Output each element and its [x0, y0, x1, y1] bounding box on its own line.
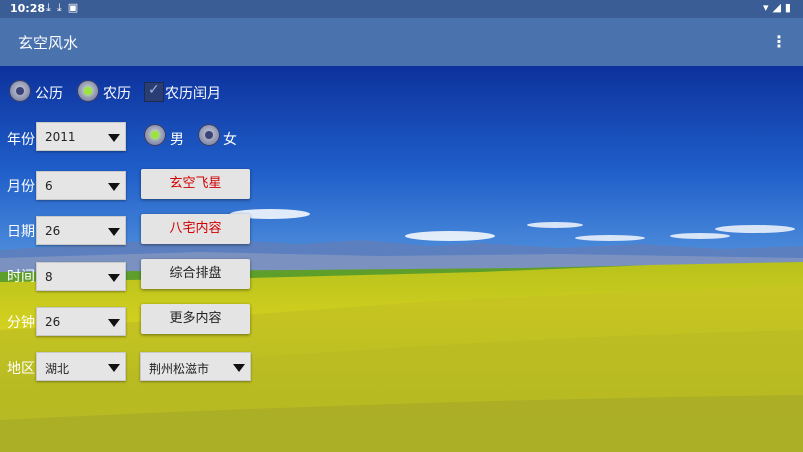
- button-more-content[interactable]: 更多内容: [141, 304, 250, 334]
- radio-dot: [205, 131, 213, 139]
- select-province[interactable]: 湖北: [36, 352, 126, 381]
- dropdown-arrow-icon: [108, 134, 120, 142]
- checkbox-leap-month[interactable]: ✓: [144, 82, 164, 102]
- radio-female[interactable]: [198, 124, 220, 146]
- dropdown-arrow-icon: [108, 364, 120, 372]
- signal-battery-icons: ▾◢▮: [762, 1, 795, 14]
- select-hour[interactable]: 8: [36, 262, 126, 291]
- radio-dot-selected: [151, 131, 159, 139]
- label-region: 地区: [7, 361, 35, 377]
- button-zonghe-paipan[interactable]: 综合排盘: [141, 259, 250, 289]
- label-month: 月份: [7, 179, 35, 195]
- radio-dot-selected: [84, 87, 92, 95]
- button-bazhai-content[interactable]: 八宅内容: [141, 214, 250, 244]
- dropdown-arrow-icon: [108, 228, 120, 236]
- label-gregorian: 公历: [35, 86, 63, 102]
- select-day-value: 26: [45, 224, 61, 238]
- button-xuankong-feixing[interactable]: 玄空飞星: [141, 169, 250, 199]
- label-male: 男: [170, 132, 184, 148]
- label-day: 日期: [7, 224, 35, 240]
- label-leap-month: 农历闰月: [165, 86, 221, 102]
- select-province-value: 湖北: [45, 362, 70, 376]
- select-month-value: 6: [45, 179, 53, 193]
- select-day[interactable]: 26: [36, 216, 126, 245]
- status-bar: 10:28 ⤓⤓▣ ▾◢▮: [0, 0, 803, 18]
- select-month[interactable]: 6: [36, 171, 126, 200]
- radio-dot: [16, 87, 24, 95]
- label-minute: 分钟: [7, 315, 35, 331]
- label-lunar: 农历: [103, 86, 131, 102]
- label-female: 女: [223, 132, 237, 148]
- select-hour-value: 8: [45, 270, 53, 284]
- dropdown-arrow-icon: [108, 319, 120, 327]
- label-hour: 时间: [7, 269, 35, 285]
- select-minute-value: 26: [45, 315, 61, 329]
- check-mark-icon: ✓: [148, 82, 160, 98]
- app-title: 玄空风水: [18, 34, 79, 52]
- status-time: 10:28: [10, 2, 46, 15]
- label-year: 年份: [7, 132, 35, 148]
- app-bar: 玄空风水 ⋮: [0, 18, 803, 66]
- select-city-value: 荆州松滋市: [149, 362, 210, 376]
- select-city[interactable]: 荆州松滋市: [140, 352, 251, 381]
- radio-gregorian[interactable]: [9, 80, 31, 102]
- dropdown-arrow-icon: [108, 183, 120, 191]
- notification-icons: ⤓⤓▣: [46, 1, 85, 14]
- select-year[interactable]: 2011: [36, 122, 126, 151]
- select-minute[interactable]: 26: [36, 307, 126, 336]
- dropdown-arrow-icon: [233, 364, 245, 372]
- radio-lunar[interactable]: [77, 80, 99, 102]
- dropdown-arrow-icon: [108, 274, 120, 282]
- select-year-value: 2011: [45, 130, 76, 144]
- overflow-menu-icon[interactable]: ⋮: [771, 32, 787, 51]
- radio-male[interactable]: [144, 124, 166, 146]
